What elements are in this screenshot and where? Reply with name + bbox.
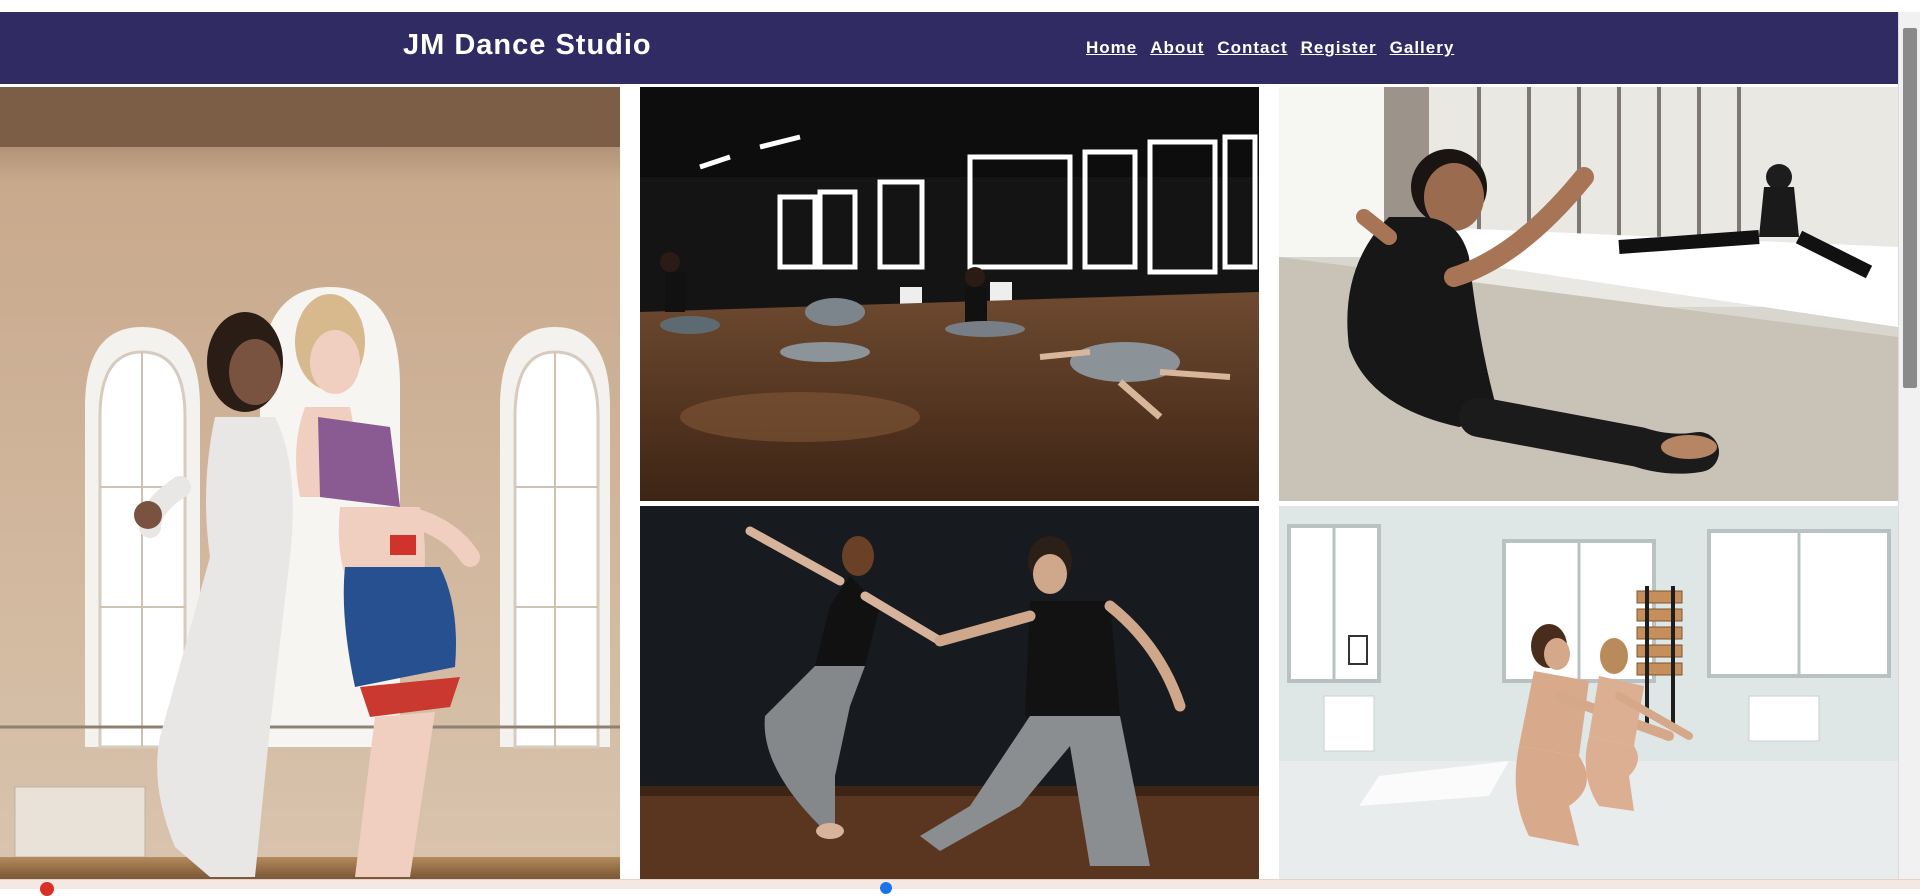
blue-circle-icon — [880, 882, 892, 894]
gallery-photo-2[interactable] — [640, 87, 1259, 501]
photo-group-floor-dance-image — [640, 87, 1259, 501]
gallery-photo-1[interactable] — [0, 87, 620, 879]
gallery-photo-5[interactable] — [1279, 506, 1898, 879]
scrollbar-thumb[interactable] — [1903, 28, 1917, 388]
photo-two-women-squat-image — [1279, 506, 1898, 879]
nav-about-link[interactable]: About — [1150, 38, 1204, 58]
site-header: JM Dance Studio Home About Contact Regis… — [0, 12, 1898, 85]
brand-title: JM Dance Studio — [403, 29, 652, 61]
nav-register-link[interactable]: Register — [1301, 38, 1377, 58]
red-circle-icon — [40, 882, 54, 896]
nav-home-link[interactable]: Home — [1086, 38, 1137, 58]
gallery-photo-3[interactable] — [1279, 87, 1898, 501]
nav-gallery-link[interactable]: Gallery — [1390, 38, 1455, 58]
browser-viewport: JM Dance Studio Home About Contact Regis… — [0, 0, 1920, 896]
photo-two-women-dancing-image — [0, 87, 620, 879]
photo-man-stretching-image — [1279, 87, 1898, 501]
photo-couple-dance-image — [640, 506, 1259, 879]
main-nav: Home About Contact Register Gallery — [1086, 38, 1454, 58]
photo-gallery — [0, 87, 1898, 879]
top-strip — [0, 0, 1898, 12]
bottom-strip — [0, 879, 1920, 896]
vertical-scrollbar[interactable] — [1898, 12, 1920, 879]
gallery-photo-4[interactable] — [640, 506, 1259, 879]
nav-contact-link[interactable]: Contact — [1217, 38, 1287, 58]
